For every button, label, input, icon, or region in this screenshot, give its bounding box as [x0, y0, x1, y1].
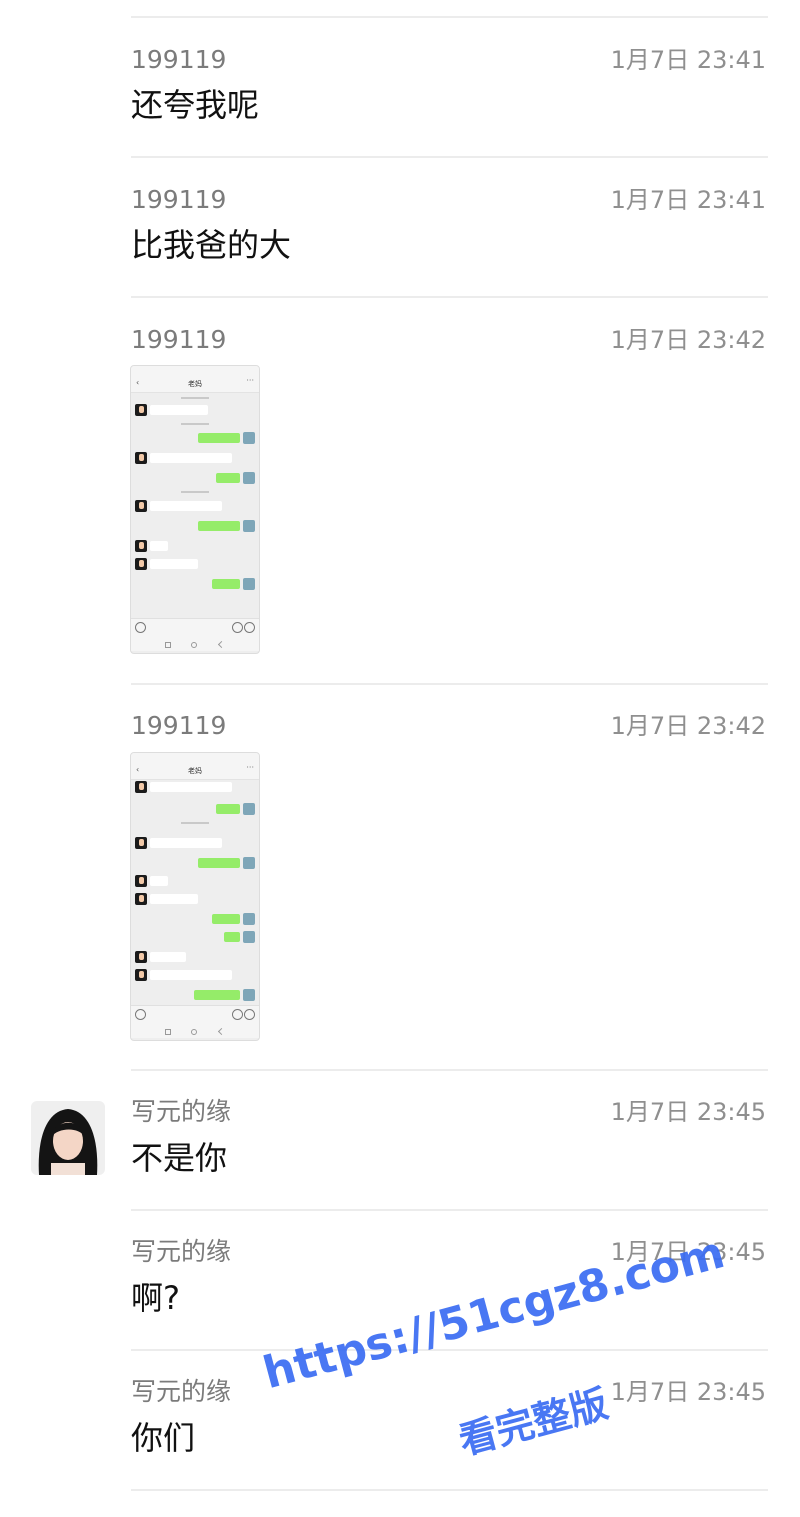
- input-bar: [131, 618, 259, 637]
- chat-bubble-out: [131, 856, 259, 870]
- message-text: 还夸我呢: [131, 86, 260, 124]
- chat-bubble-in: [131, 836, 259, 850]
- avatar[interactable]: [31, 1101, 105, 1175]
- sender-name: 写元的缘: [131, 1377, 232, 1406]
- message-time: 1月7日 23:41: [610, 186, 766, 214]
- divider: [131, 296, 768, 298]
- message-time: 1月7日 23:42: [610, 326, 766, 354]
- chat-bubble-in: [131, 968, 259, 982]
- chat-bubble-in: [131, 539, 259, 553]
- status-bar: [131, 753, 259, 763]
- divider: [131, 1489, 768, 1491]
- chat-bubble-in: [131, 557, 259, 571]
- message-time: 1月7日 23:41: [610, 46, 766, 74]
- chat-bubble-out: [131, 988, 259, 1002]
- chat-bubble-out: [131, 471, 259, 485]
- time-divider: [131, 820, 259, 826]
- watermark-text: 看完整版: [454, 1381, 613, 1464]
- sender-name: 写元的缘: [131, 1097, 232, 1126]
- chat-bubble-in: [131, 780, 259, 794]
- time-divider: [131, 421, 259, 427]
- avatar-image: [31, 1101, 105, 1175]
- chat-bubble-in: [131, 499, 259, 513]
- chat-bubble-out: [131, 519, 259, 533]
- divider: [131, 683, 768, 685]
- message-time: 1月7日 23:42: [610, 712, 766, 740]
- divider: [131, 16, 768, 18]
- divider: [131, 1069, 768, 1071]
- chat-title: 老妈: [188, 380, 202, 388]
- image-message-thumbnail[interactable]: ‹ 老妈 ···: [130, 365, 260, 654]
- message-time: 1月7日 23:45: [610, 1378, 766, 1406]
- time-divider: [131, 395, 259, 401]
- chat-bubble-in: [131, 874, 259, 888]
- message-text: 比我爸的大: [131, 226, 292, 264]
- chat-title: 老妈: [188, 767, 202, 775]
- status-bar: [131, 366, 259, 376]
- chat-title-bar: ‹ 老妈 ···: [131, 376, 259, 393]
- chat-bubble-out: [131, 577, 259, 591]
- divider: [131, 156, 768, 158]
- chat-title-bar: ‹ 老妈 ···: [131, 763, 259, 780]
- message-time: 1月7日 23:45: [610, 1098, 766, 1126]
- sender-name: 写元的缘: [131, 1237, 232, 1266]
- sender-name: 199119: [131, 711, 227, 740]
- image-message-thumbnail[interactable]: ‹ 老妈 ···: [130, 752, 260, 1041]
- chat-bubble-out: [131, 431, 259, 445]
- chat-bubble-out: [131, 802, 259, 816]
- message-text: 你们: [131, 1419, 196, 1457]
- chat-bubble-in: [131, 892, 259, 906]
- more-icon: ···: [246, 763, 254, 772]
- more-icon: ···: [246, 376, 254, 385]
- chat-area: [131, 780, 259, 1004]
- sender-name: 199119: [131, 325, 227, 354]
- chat-bubble-out: [131, 912, 259, 926]
- sender-name: 199119: [131, 185, 227, 214]
- message-text: 啊?: [131, 1279, 180, 1317]
- time-divider: [131, 489, 259, 495]
- chat-bubble-out: [131, 930, 259, 944]
- chat-area: [131, 393, 259, 617]
- input-bar: [131, 1005, 259, 1024]
- sender-name: 199119: [131, 45, 227, 74]
- message-text: 不是你: [131, 1139, 228, 1177]
- nav-bar: [131, 1024, 259, 1038]
- divider: [131, 1209, 768, 1211]
- nav-bar: [131, 637, 259, 651]
- watermark-url: https://51cgz8.com: [258, 1227, 730, 1400]
- chat-bubble-in: [131, 403, 259, 417]
- chat-bubble-in: [131, 451, 259, 465]
- chat-bubble-in: [131, 950, 259, 964]
